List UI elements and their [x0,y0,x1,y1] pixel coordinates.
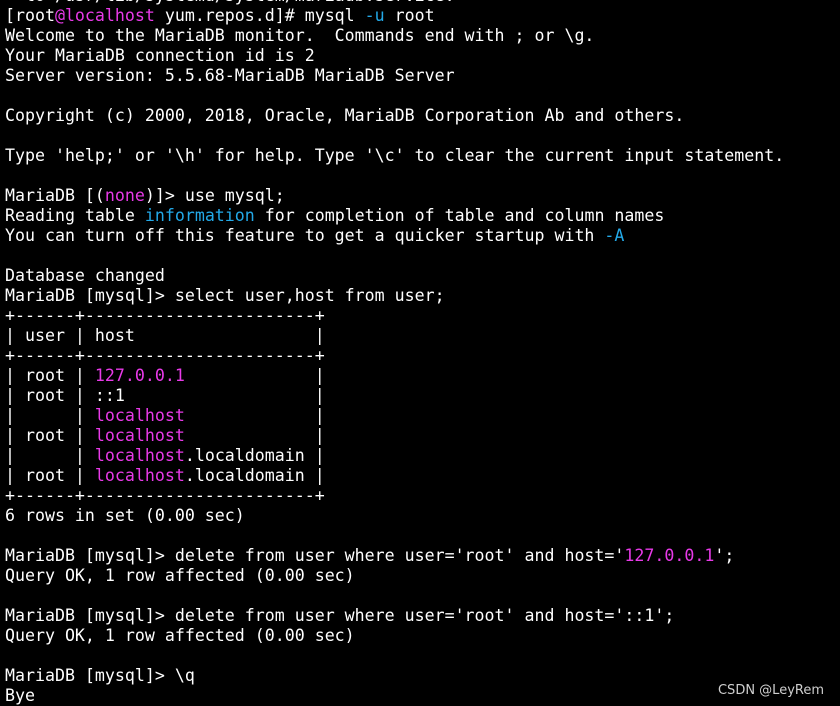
highlighted-token: information [144,206,255,225]
terminal-line: | | localhost.localdomain | [5,446,840,466]
terminal-line: +------+-----------------------+ [5,486,840,506]
terminal-line: | | localhost | [5,406,840,426]
terminal-text: Your MariaDB connection id is 2 [5,46,315,65]
highlighted-token: -A [604,226,625,245]
highlighted-token: 127.0.0.1 [624,546,715,565]
terminal-text: Reading table [5,206,145,225]
terminal-text: | root | [5,426,95,445]
terminal-text: )]> use mysql; [144,186,285,205]
highlighted-token: localhost [94,406,185,425]
watermark-label: CSDN @LeyRem [717,683,824,698]
terminal-text: MariaDB [mysql]> \q [5,666,195,685]
terminal-text: MariaDB [( [5,186,105,205]
terminal-line: Your MariaDB connection id is 2 [5,46,840,66]
terminal-line: Welcome to the MariaDB monitor. Commands… [5,26,840,46]
terminal-line: +------+-----------------------+ [5,306,840,326]
terminal-line: Query OK, 1 row affected (0.00 sec) [5,626,840,646]
terminal-text: | root | [5,366,95,385]
terminal-text: MariaDB [mysql]> select user,host from u… [5,286,445,305]
terminal-line: Database changed [5,266,840,286]
terminal-text: for completion of table and column names [254,206,665,225]
terminal-line: Server version: 5.5.68-MariaDB MariaDB S… [5,66,840,86]
terminal-text: Server version: 5.5.68-MariaDB MariaDB S… [5,66,455,85]
highlighted-token: localhost [94,426,185,445]
terminal-text: | user | host | [5,326,325,345]
terminal-line: Query OK, 1 row affected (0.00 sec) [5,566,840,586]
terminal-text: .localdomain | [184,446,325,465]
terminal-line: MariaDB [mysql]> select user,host from u… [5,286,840,306]
terminal-line: Type 'help;' or '\h' for help. Type '\c'… [5,146,840,166]
highlighted-token: -u [364,6,385,25]
terminal-line: Copyright (c) 2000, 2018, Oracle, MariaD… [5,106,840,126]
terminal-line: Bye [5,686,840,706]
terminal-line: MariaDB [mysql]> delete from user where … [5,546,840,566]
terminal-text: +------+-----------------------+ [5,486,325,505]
terminal-text: [root [5,6,55,25]
terminal-text: You can turn off this feature to get a q… [5,226,605,245]
terminal-text: 6 rows in set (0.00 sec) [5,506,245,525]
terminal-text: | [184,426,325,445]
terminal-line: Reading table information for completion… [5,206,840,226]
terminal-line: | user | host | [5,326,840,346]
terminal-text: root [384,6,435,25]
terminal-text: '; [714,546,735,565]
terminal-text: Welcome to the MariaDB monitor. Commands… [5,26,595,45]
terminal-line: MariaDB [(none)]> use mysql; [5,186,840,206]
terminal-text: Query OK, 1 row affected (0.00 sec) [5,626,355,645]
terminal-line: | root | ::1 | [5,386,840,406]
terminal-text: | | [5,446,95,465]
terminal-text: | [184,406,325,425]
terminal-line: | root | localhost.localdomain | [5,466,840,486]
terminal-text: MariaDB [mysql]> delete from user where … [5,606,675,625]
terminal-line: MariaDB [mysql]> delete from user where … [5,606,840,626]
terminal-text: yum.repos.d]# mysql [154,6,365,25]
terminal-text: +------+-----------------------+ [5,346,325,365]
terminal-text: Type 'help;' or '\h' for help. Type '\c'… [5,146,785,165]
terminal-text: .localdomain | [184,466,325,485]
terminal-text: +------+-----------------------+ [5,306,325,325]
highlighted-token: @localhost [54,6,155,25]
terminal-text: to /usr/lib/systemd/system/mariadb.servi… [5,0,455,5]
terminal-text: | root | ::1 | [5,386,325,405]
terminal-text: Bye [5,686,35,705]
terminal-text: Database changed [5,266,165,285]
terminal-output[interactable]: to /usr/lib/systemd/system/mariadb.servi… [5,0,840,706]
highlighted-token: localhost [94,466,185,485]
terminal-text: Copyright (c) 2000, 2018, Oracle, MariaD… [5,106,685,125]
highlighted-token: none [104,186,145,205]
highlighted-token: 127.0.0.1 [94,366,185,385]
terminal-text: | root | [5,466,95,485]
terminal-line: +------+-----------------------+ [5,346,840,366]
terminal-line: | root | localhost | [5,426,840,446]
terminal-line: | root | 127.0.0.1 | [5,366,840,386]
terminal-text: Query OK, 1 row affected (0.00 sec) [5,566,355,585]
terminal-line: 6 rows in set (0.00 sec) [5,506,840,526]
highlighted-token: localhost [94,446,185,465]
terminal-line: [root@localhost yum.repos.d]# mysql -u r… [5,6,840,26]
terminal-line: You can turn off this feature to get a q… [5,226,840,246]
terminal-text: | [184,366,325,385]
terminal-line: MariaDB [mysql]> \q [5,666,840,686]
terminal-text: | | [5,406,95,425]
terminal-text: MariaDB [mysql]> delete from user where … [5,546,625,565]
